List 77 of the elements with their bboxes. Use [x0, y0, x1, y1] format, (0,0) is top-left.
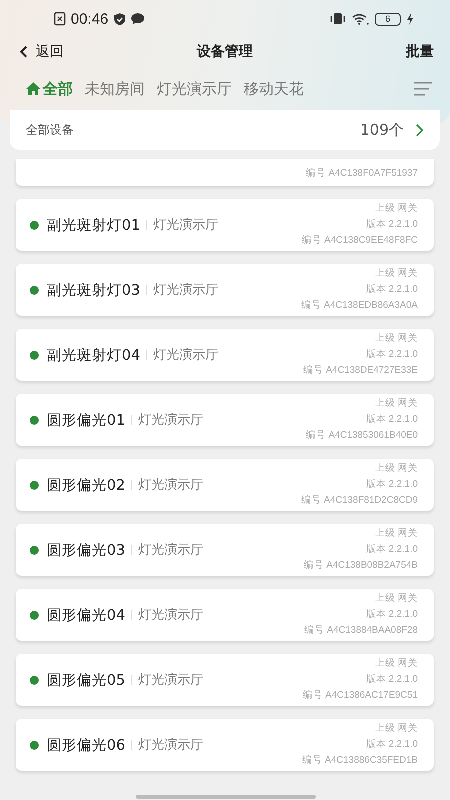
device-version: 版本 2.2.1.0: [366, 348, 418, 362]
page-title: 设备管理: [197, 44, 253, 60]
device-card[interactable]: 圆形偏光06 灯光演示厅 上级 网关 版本 2.2.1.0 编号 A4C13886C35FED1B: [16, 719, 434, 771]
device-parent: 上级 网关: [375, 397, 418, 411]
device-card[interactable]: 圆形偏光01 灯光演示厅 上级 网关 版本 2.2.1.0 编号 A4C13853061B40E0: [16, 394, 434, 446]
device-serial: 编号 A4C1386AC17E9C51: [302, 689, 418, 703]
device-name: 圆形偏光03: [47, 542, 126, 560]
room-tab[interactable]: 移动天花: [244, 80, 304, 98]
device-card[interactable]: 圆形偏光05 灯光演示厅 上级 网关 版本 2.2.1.0 编号 A4C1386AC17E9C51: [16, 654, 434, 706]
device-name: 圆形偏光04: [47, 606, 126, 624]
device-room: 灯光演示厅: [138, 542, 204, 559]
chat-icon: [130, 13, 145, 25]
device-name: 圆形偏光05: [47, 672, 126, 690]
device-parent: 上级 网关: [375, 462, 418, 476]
device-parent: 上级 网关: [375, 527, 418, 541]
charging-icon: [407, 13, 414, 25]
device-parent: 上级 网关: [375, 202, 418, 216]
device-name: 圆形偏光01: [47, 412, 126, 430]
device-version: 版本 2.2.1.0: [366, 478, 418, 492]
device-serial: 编号 A4C138EDB86A3A0A: [301, 299, 418, 313]
device-name: 副光斑射灯03: [47, 282, 140, 300]
device-room: 灯光演示厅: [138, 412, 204, 429]
device-version: 版本 2.2.1.0: [366, 608, 418, 622]
device-card[interactable]: 圆形偏光02 灯光演示厅 上级 网关 版本 2.2.1.0 编号 A4C138F81D2C8CD9: [16, 459, 434, 511]
device-card[interactable]: 圆形偏光04 灯光演示厅 上级 网关 版本 2.2.1.0 编号 A4C13884BAA08F28: [16, 589, 434, 641]
device-room: 灯光演示厅: [138, 477, 204, 494]
device-room: 灯光演示厅: [153, 282, 218, 299]
device-parent: 上级 网关: [375, 657, 418, 671]
device-version: 版本 2.2.1.0: [366, 543, 418, 557]
room-tab[interactable]: 未知房间: [85, 80, 145, 98]
device-parent: 上级 网关: [375, 332, 418, 346]
room-tab[interactable]: 灯光演示厅: [157, 80, 232, 98]
device-name: 圆形偏光06: [47, 736, 126, 754]
shield-icon: [114, 12, 126, 26]
home-icon: [26, 82, 41, 96]
status-time: 00:46: [71, 10, 109, 28]
device-serial: 编号 A4C138F81D2C8CD9: [301, 494, 418, 508]
device-serial: 编号 A4C13853061B40E0: [306, 429, 418, 443]
device-card[interactable]: 副光斑射灯03 灯光演示厅 上级 网关 版本 2.2.1.0 编号 A4C138EDB86A3A0A: [16, 264, 434, 316]
device-room: 灯光演示厅: [153, 217, 218, 234]
vibrate-icon: [330, 13, 346, 25]
battery-level: 6: [375, 12, 401, 26]
device-room: 灯光演示厅: [138, 672, 204, 689]
back-button[interactable]: 返回: [16, 43, 64, 61]
menu-icon[interactable]: [414, 82, 432, 96]
device-count: 109个: [360, 120, 404, 140]
back-chevron-icon: [20, 46, 28, 58]
summary-label: 全部设备: [26, 122, 74, 138]
device-name: 副光斑射灯01: [47, 216, 140, 234]
device-serial: 编号 A4C138F0A7F51937: [306, 167, 418, 181]
device-card[interactable]: 圆形偏光03 灯光演示厅 上级 网关 版本 2.2.1.0 编号 A4C138B08B2A754B: [16, 524, 434, 576]
device-name: 圆形偏光02: [47, 476, 126, 494]
device-serial: 编号 A4C138DE4727E33E: [303, 364, 418, 378]
device-version: 版本 2.2.1.0: [366, 673, 418, 687]
device-version: 版本 2.2.1.0: [366, 738, 418, 752]
device-room: 灯光演示厅: [138, 737, 204, 754]
device-serial: 编号 A4C13884BAA08F28: [304, 624, 418, 638]
device-version: 版本 2.2.1.0: [366, 283, 418, 297]
device-card[interactable]: 副光斑射灯04 灯光演示厅 上级 网关 版本 2.2.1.0 编号 A4C138DE4727E33E: [16, 329, 434, 381]
device-serial: 编号 A4C138B08B2A754B: [304, 559, 418, 573]
device-serial: 编号 A4C138C9EE48F8FC: [302, 234, 418, 248]
device-version: 版本 2.2.1.0: [366, 218, 418, 232]
device-room: 灯光演示厅: [138, 607, 204, 624]
notification-icon: [54, 12, 66, 26]
device-name: 副光斑射灯04: [47, 346, 140, 364]
summary-card[interactable]: 全部设备 109个: [10, 110, 440, 150]
device-serial: 编号 A4C13886C35FED1B: [302, 754, 418, 768]
device-card[interactable]: 副光斑射灯01 灯光演示厅 上级 网关 版本 2.2.1.0 编号 A4C138C9EE48F8FC: [16, 199, 434, 251]
batch-button[interactable]: 批量: [406, 43, 434, 61]
device-parent: 上级 网关: [375, 267, 418, 281]
device-version: 版本 2.2.1.0: [366, 413, 418, 427]
device-parent: 上级 网关: [375, 722, 418, 736]
room-tab[interactable]: 全部: [26, 80, 73, 98]
wifi-icon: [352, 13, 369, 25]
device-parent: 上级 网关: [375, 592, 418, 606]
chevron-right-icon: [416, 124, 424, 136]
device-room: 灯光演示厅: [153, 347, 218, 364]
